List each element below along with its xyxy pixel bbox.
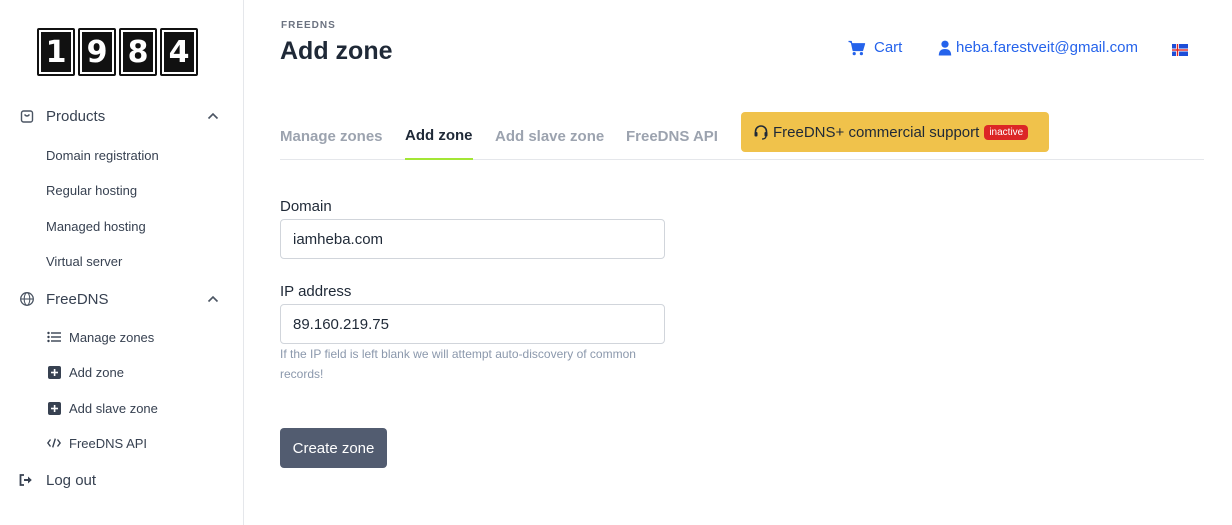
tab-manage-zones[interactable]: Manage zones — [280, 112, 383, 160]
code-icon — [47, 436, 61, 450]
language-flag-icon[interactable] — [1172, 43, 1188, 56]
cart-link[interactable]: Cart — [848, 39, 902, 56]
sidebar-item-managed-hosting[interactable]: Managed hosting — [46, 215, 146, 237]
cart-label: Cart — [874, 39, 903, 56]
user-icon — [938, 40, 952, 56]
sidebar-item-domain-registration[interactable]: Domain registration — [46, 144, 159, 166]
logo[interactable]: 1 9 8 4 — [37, 28, 198, 76]
tab-freedns-api[interactable]: FreeDNS API — [626, 112, 718, 160]
sidebar-item-label: Manage zones — [69, 329, 155, 345]
chevron-up-icon — [206, 292, 220, 306]
tab-add-zone[interactable]: Add zone — [405, 112, 473, 160]
user-email: heba.farestveit@gmail.com — [956, 39, 1138, 56]
sidebar-item-label: Add zone — [69, 364, 124, 380]
sidebar-item-add-slave-zone[interactable]: Add slave zone — [47, 397, 158, 419]
tab-add-slave-zone[interactable]: Add slave zone — [495, 112, 604, 160]
sidebar-item-manage-zones[interactable]: Manage zones — [47, 326, 154, 348]
logout-label: Log out — [46, 471, 97, 489]
sidebar-item-add-zone[interactable]: Add zone — [47, 361, 124, 383]
headset-icon — [753, 124, 769, 140]
page-title: Add zone — [280, 37, 393, 65]
status-badge: inactive — [984, 124, 1029, 140]
sidebar-item-virtual-server[interactable]: Virtual server — [46, 250, 122, 272]
logo-digit: 1 — [37, 28, 75, 76]
sign-out-icon — [18, 472, 34, 488]
sidebar-item-regular-hosting[interactable]: Regular hosting — [46, 179, 137, 201]
sidebar-item-freedns-api[interactable]: FreeDNS API — [47, 432, 147, 454]
ip-help-text: If the IP field is left blank we will at… — [280, 347, 636, 381]
support-tab-label: FreeDNS+ commercial support — [773, 123, 980, 141]
cart-icon — [848, 40, 866, 56]
shopping-bag-icon — [18, 107, 36, 125]
sidebar-section-label: FreeDNS — [46, 290, 109, 308]
user-menu[interactable]: heba.farestveit@gmail.com — [938, 39, 1138, 56]
sidebar: 1 9 8 4 Products Domain registration Reg… — [0, 0, 244, 525]
plus-square-icon — [47, 365, 61, 379]
list-icon — [47, 330, 61, 344]
plus-square-icon — [47, 401, 61, 415]
logo-digit: 9 — [78, 28, 116, 76]
sidebar-section-label: Products — [46, 107, 106, 125]
page-eyebrow: FREEDNS — [281, 20, 336, 31]
sidebar-section-freedns[interactable]: FreeDNS — [18, 285, 228, 313]
sidebar-section-products[interactable]: Products — [18, 102, 228, 130]
logo-digit: 4 — [160, 28, 198, 76]
sidebar-item-label: FreeDNS API — [69, 435, 148, 451]
ip-address-input[interactable] — [280, 304, 665, 344]
logo-digit: 8 — [119, 28, 157, 76]
domain-label: Domain — [280, 198, 332, 215]
sidebar-item-label: Add slave zone — [69, 400, 158, 416]
create-zone-button[interactable]: Create zone — [280, 428, 387, 468]
chevron-up-icon — [206, 109, 220, 123]
freedns-tabs: Manage zones Add zone Add slave zone Fre… — [280, 112, 1204, 160]
domain-input[interactable] — [280, 219, 665, 259]
tab-commercial-support[interactable]: FreeDNS+ commercial support inactive — [741, 112, 1049, 152]
ip-address-label: IP address — [280, 283, 352, 300]
globe-icon — [18, 290, 36, 308]
logout-link[interactable]: Log out — [18, 468, 96, 492]
